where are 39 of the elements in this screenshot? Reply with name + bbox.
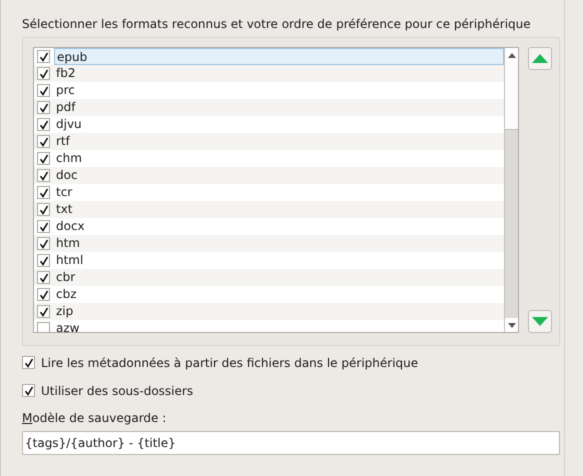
scroll-up-icon[interactable]: [508, 52, 516, 58]
scrollbar-thumb[interactable]: [505, 62, 518, 130]
format-checkbox[interactable]: [37, 67, 50, 80]
format-checkbox[interactable]: [37, 203, 50, 216]
section-heading: Sélectionner les formats reconnus et votre ordre de préférence pour ce périphérique: [22, 16, 532, 33]
format-checkbox[interactable]: [37, 220, 50, 233]
format-checkbox[interactable]: [37, 305, 50, 318]
format-item[interactable]: rtf: [34, 133, 504, 150]
format-checkbox[interactable]: [37, 186, 50, 199]
option-checkbox[interactable]: [22, 384, 35, 397]
format-checkbox[interactable]: [37, 271, 50, 284]
format-item[interactable]: cbr: [34, 269, 504, 286]
template-field[interactable]: {tags}/{author} - {title}: [22, 431, 560, 455]
scrollbar[interactable]: [504, 48, 518, 332]
format-item[interactable]: htm: [34, 235, 504, 252]
format-item[interactable]: zip: [34, 303, 504, 320]
format-checkbox[interactable]: [37, 237, 50, 250]
option-checkbox[interactable]: [22, 356, 35, 369]
format-item[interactable]: txt: [34, 201, 504, 218]
down-arrow-icon: [532, 317, 548, 326]
format-checkbox[interactable]: [37, 288, 50, 301]
format-item[interactable]: pdf: [34, 99, 504, 116]
format-checkbox[interactable]: [37, 101, 50, 114]
format-checkbox[interactable]: [37, 152, 50, 165]
format-checkbox[interactable]: [37, 254, 50, 267]
format-checkbox[interactable]: [37, 169, 50, 182]
scroll-down-icon[interactable]: [508, 322, 516, 328]
format-checkbox[interactable]: [37, 50, 50, 63]
format-item[interactable]: epub: [34, 48, 504, 65]
option-label: Utiliser des sous-dossiers: [41, 382, 194, 400]
format-item[interactable]: doc: [34, 167, 504, 184]
format-item[interactable]: fb2: [34, 65, 504, 82]
format-checkbox[interactable]: [37, 135, 50, 148]
format-checkbox[interactable]: [37, 84, 50, 97]
format-checkbox[interactable]: [37, 322, 50, 332]
option-label: Lire les métadonnées à partir des fichiers dans le périphérique: [41, 354, 418, 372]
format-checkbox[interactable]: [37, 118, 50, 131]
up-arrow-icon: [532, 54, 548, 63]
template-label: Modèle de sauvegarde :: [22, 410, 168, 425]
